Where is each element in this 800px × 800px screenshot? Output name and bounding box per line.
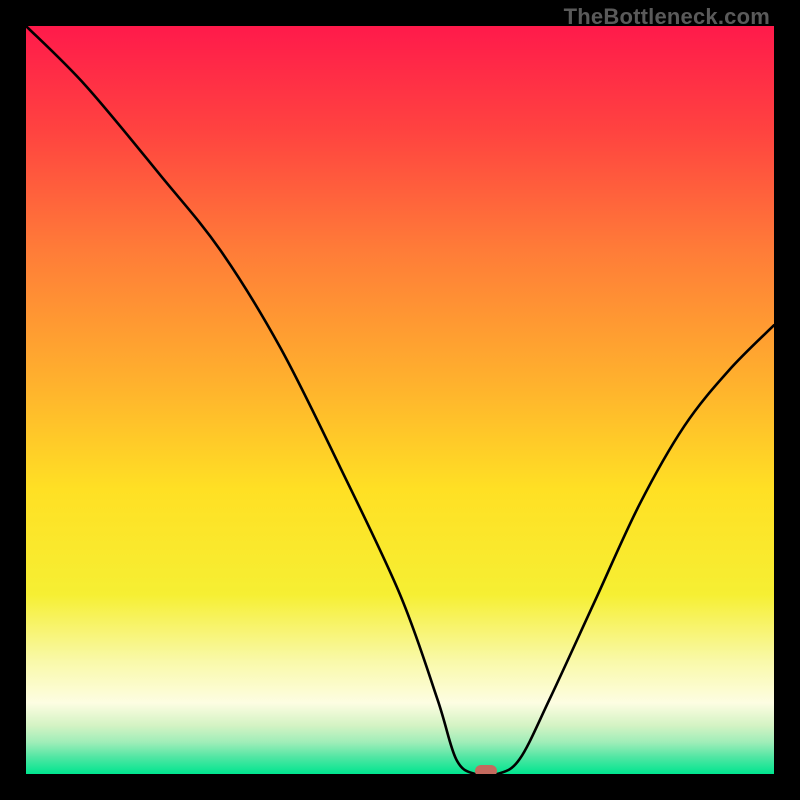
optimal-point-marker [475,765,497,774]
plot-area [26,26,774,774]
chart-container: TheBottleneck.com [0,0,800,800]
gradient-background [26,26,774,774]
